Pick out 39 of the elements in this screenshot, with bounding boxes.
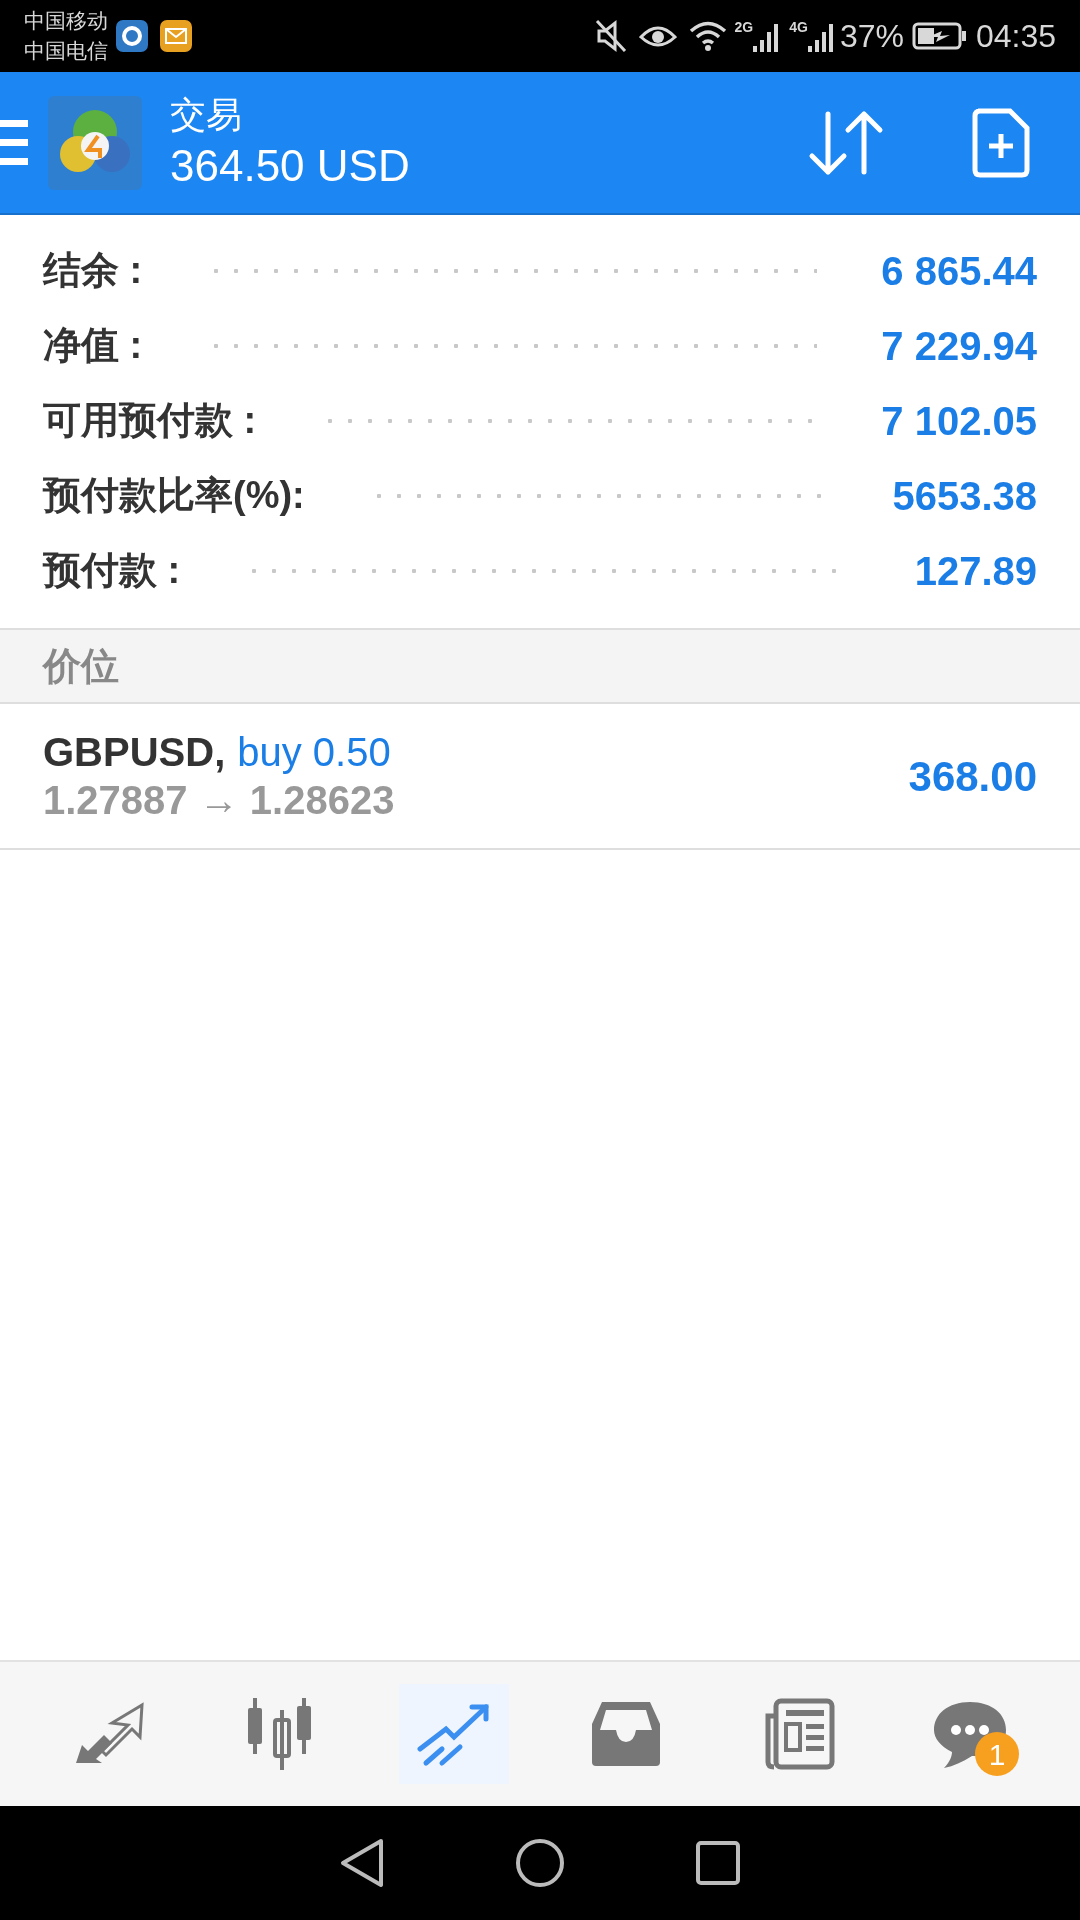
battery-charging-icon: [911, 22, 968, 50]
position-row[interactable]: GBPUSD, buy 0.50 1.27887 → 1.28623 368.00: [0, 704, 1080, 850]
price-range: 1.27887 → 1.28623: [43, 777, 395, 824]
symbol-name: GBPUSD,: [43, 729, 226, 776]
summary-value: 5653.38: [892, 472, 1037, 520]
position-profit: 368.00: [908, 751, 1037, 802]
carrier-name: 中国电信: [24, 38, 108, 64]
sort-icon[interactable]: [808, 109, 884, 176]
app-logo-icon: [48, 95, 142, 190]
summary-label: 结余 :: [43, 248, 143, 293]
summary-label: 预付款 :: [43, 548, 181, 593]
home-icon[interactable]: [515, 1838, 565, 1888]
summary-value: 6 865.44: [881, 247, 1037, 295]
summary-label: 可用预付款 :: [43, 398, 257, 443]
back-icon[interactable]: [339, 1838, 385, 1888]
clock-time: 04:35: [975, 17, 1056, 56]
nav-tab[interactable]: [399, 1684, 509, 1784]
new-order-icon[interactable]: [972, 107, 1030, 178]
screen-title: 交易: [170, 92, 243, 137]
browser-icon: [116, 20, 148, 52]
summary-value: 7 229.94: [881, 322, 1037, 370]
carrier-name: 中国移动: [24, 8, 108, 34]
menu-icon[interactable]: [0, 119, 28, 166]
summary-label: 预付款比率(%):: [43, 473, 305, 518]
summary-value: 127.89: [914, 547, 1037, 595]
summary-value: 7 102.05: [881, 397, 1037, 445]
summary-label: 净值 :: [43, 323, 143, 368]
network-label: 4G: [789, 20, 808, 34]
mute-icon: [594, 19, 627, 53]
notification-badge: 1: [975, 1732, 1019, 1776]
section-title: 价位: [43, 643, 119, 689]
battery-percent: 37%: [839, 17, 904, 56]
trend-icon: [416, 1701, 492, 1767]
wifi-icon: [688, 20, 727, 52]
order-type: buy 0.50: [237, 729, 391, 776]
mail-icon: [160, 20, 192, 52]
profit-total: 364.50 USD: [170, 139, 410, 192]
network-label: 2G: [734, 20, 754, 34]
recents-icon[interactable]: [695, 1840, 741, 1886]
